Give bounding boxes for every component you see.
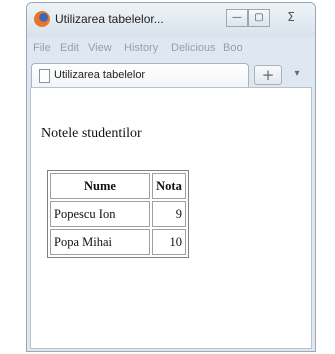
page-heading: Notele studentilor [41, 126, 142, 141]
menu-bar: File Edit View History Delicious Boo [27, 39, 315, 59]
grades-table: Nume Nota Popescu Ion 9 Popa Mihai 10 [47, 170, 189, 258]
tab-strip: Utilizarea tabelelor + ▾ [27, 61, 315, 87]
window-title: Utilizarea tabelelor... [55, 12, 164, 26]
tab-utilizarea-tabelelor[interactable]: Utilizarea tabelelor [31, 63, 249, 87]
tab-label: Utilizarea tabelelor [54, 69, 146, 81]
new-tab-button[interactable]: + [254, 65, 282, 85]
menu-file[interactable]: File [33, 42, 51, 54]
menu-edit[interactable]: Edit [60, 42, 79, 54]
browser-window: Utilizarea tabelelor... — ▢ Σ File Edit … [26, 2, 316, 352]
menu-history[interactable]: History [124, 42, 158, 54]
title-bar[interactable]: Utilizarea tabelelor... — ▢ Σ [27, 3, 315, 37]
column-header-nota: Nota [152, 173, 186, 199]
column-header-nume: Nume [50, 173, 150, 199]
minimize-button[interactable]: — [226, 9, 248, 27]
menu-bookmarks[interactable]: Boo [223, 42, 243, 54]
table-cell-grade: 10 [152, 229, 186, 255]
page-content: Notele studentilor Nume Nota Popescu Ion… [30, 87, 312, 349]
table-row: Popa Mihai 10 [50, 229, 186, 255]
table-cell-name: Popescu Ion [50, 201, 150, 227]
menu-delicious[interactable]: Delicious [171, 42, 216, 54]
table-cell-grade: 9 [152, 201, 186, 227]
table-header-row: Nume Nota [50, 173, 186, 199]
close-button[interactable]: Σ [275, 9, 307, 27]
maximize-button[interactable]: ▢ [248, 9, 270, 27]
firefox-logo-icon [34, 11, 50, 27]
table-cell-name: Popa Mihai [50, 229, 150, 255]
menu-view[interactable]: View [88, 42, 112, 54]
table-row: Popescu Ion 9 [50, 201, 186, 227]
document-icon [39, 69, 50, 83]
list-all-tabs-button[interactable]: ▾ [289, 65, 305, 85]
